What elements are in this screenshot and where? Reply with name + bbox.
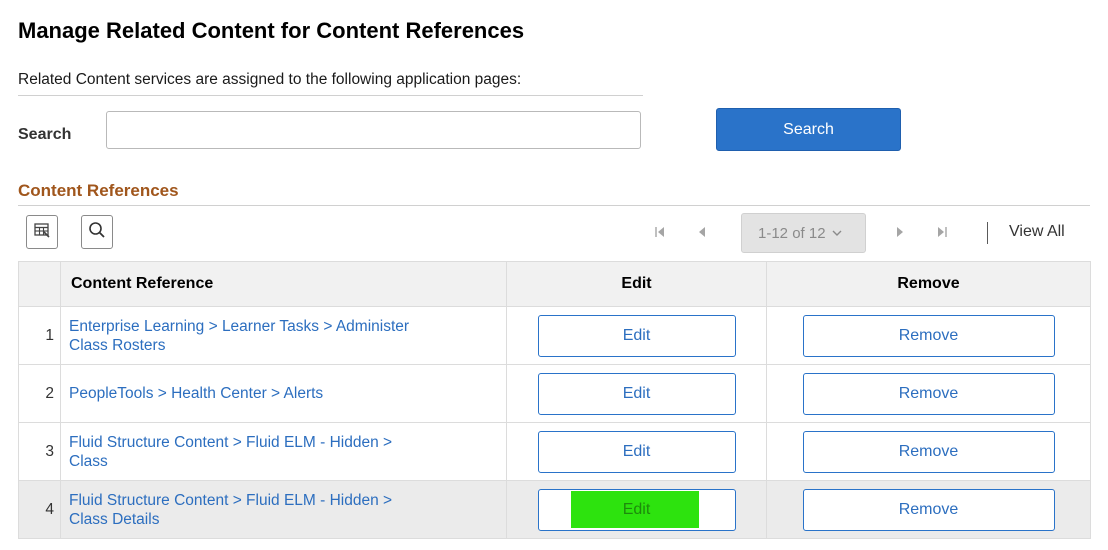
edit-cell: Edit [506,422,767,481]
table-row: 3 Fluid Structure Content > Fluid ELM - … [18,422,1091,481]
table-header-row: Content Reference Edit Remove [18,261,1091,307]
remove-cell: Remove [766,364,1091,423]
remove-button[interactable]: Remove [802,372,1055,415]
search-label: Search [18,126,72,143]
view-all-link[interactable]: View All [1009,223,1065,241]
column-header-remove[interactable]: Remove [766,261,1091,307]
content-reference-cell: Fluid Structure Content > Fluid ELM - Hi… [60,422,507,481]
pager-range-select[interactable]: 1-12 of 12 [741,213,866,253]
content-references-table: Content Reference Edit Remove 1 Enterpri… [18,261,1091,539]
column-header-edit[interactable]: Edit [506,261,767,307]
row-number: 4 [18,480,61,539]
remove-button[interactable]: Remove [802,430,1055,473]
previous-page-icon[interactable] [692,220,712,244]
column-header-row-number [18,261,61,307]
remove-cell: Remove [766,306,1091,365]
content-reference-link[interactable]: Fluid Structure Content > Fluid ELM - Hi… [69,434,392,470]
instruction-text: Related Content services are assigned to… [18,71,643,96]
remove-cell: Remove [766,480,1091,539]
content-reference-link[interactable]: PeopleTools > Health Center > Alerts [69,385,323,402]
content-reference-link[interactable]: Fluid Structure Content > Fluid ELM - Hi… [69,492,392,528]
edit-button-highlighted[interactable]: Edit [537,488,736,531]
remove-cell: Remove [766,422,1091,481]
chevron-down-icon [832,229,842,237]
content-reference-cell: Enterprise Learning > Learner Tasks > Ad… [60,306,507,365]
search-input[interactable] [106,111,641,149]
row-number: 1 [18,306,61,365]
row-number: 3 [18,422,61,481]
content-reference-cell: Fluid Structure Content > Fluid ELM - Hi… [60,480,507,539]
search-button[interactable]: Search [716,108,901,151]
column-header-content-reference[interactable]: Content Reference [60,261,507,307]
table-row: 1 Enterprise Learning > Learner Tasks > … [18,306,1091,365]
last-page-icon[interactable] [932,220,952,244]
first-page-icon[interactable] [650,220,670,244]
page-title: Manage Related Content for Content Refer… [18,18,525,43]
search-icon [88,221,106,244]
edit-cell: Edit [506,364,767,423]
content-reference-link[interactable]: Enterprise Learning > Learner Tasks > Ad… [69,318,409,354]
section-title: Content References [18,181,179,200]
edit-cell: Edit [506,306,767,365]
grid-personalize-icon [34,222,50,243]
pager-divider [987,222,988,244]
remove-button[interactable]: Remove [802,488,1055,531]
table-row: 2 PeopleTools > Health Center > Alerts E… [18,364,1091,423]
edit-button[interactable]: Edit [537,314,736,357]
grid-find-button[interactable] [81,215,113,249]
edit-button-label: Edit [622,500,651,518]
grid-personalize-button[interactable] [26,215,58,249]
edit-button[interactable]: Edit [537,372,736,415]
edit-cell: Edit [506,480,767,539]
row-number: 2 [18,364,61,423]
content-reference-cell: PeopleTools > Health Center > Alerts [60,364,507,423]
grid-toolbar: 1-12 of 12 View All [18,205,1090,262]
table-row: 4 Fluid Structure Content > Fluid ELM - … [18,480,1091,539]
edit-button[interactable]: Edit [537,430,736,473]
remove-button[interactable]: Remove [802,314,1055,357]
next-page-icon[interactable] [890,220,910,244]
pager-range-label: 1-12 of 12 [758,224,826,242]
